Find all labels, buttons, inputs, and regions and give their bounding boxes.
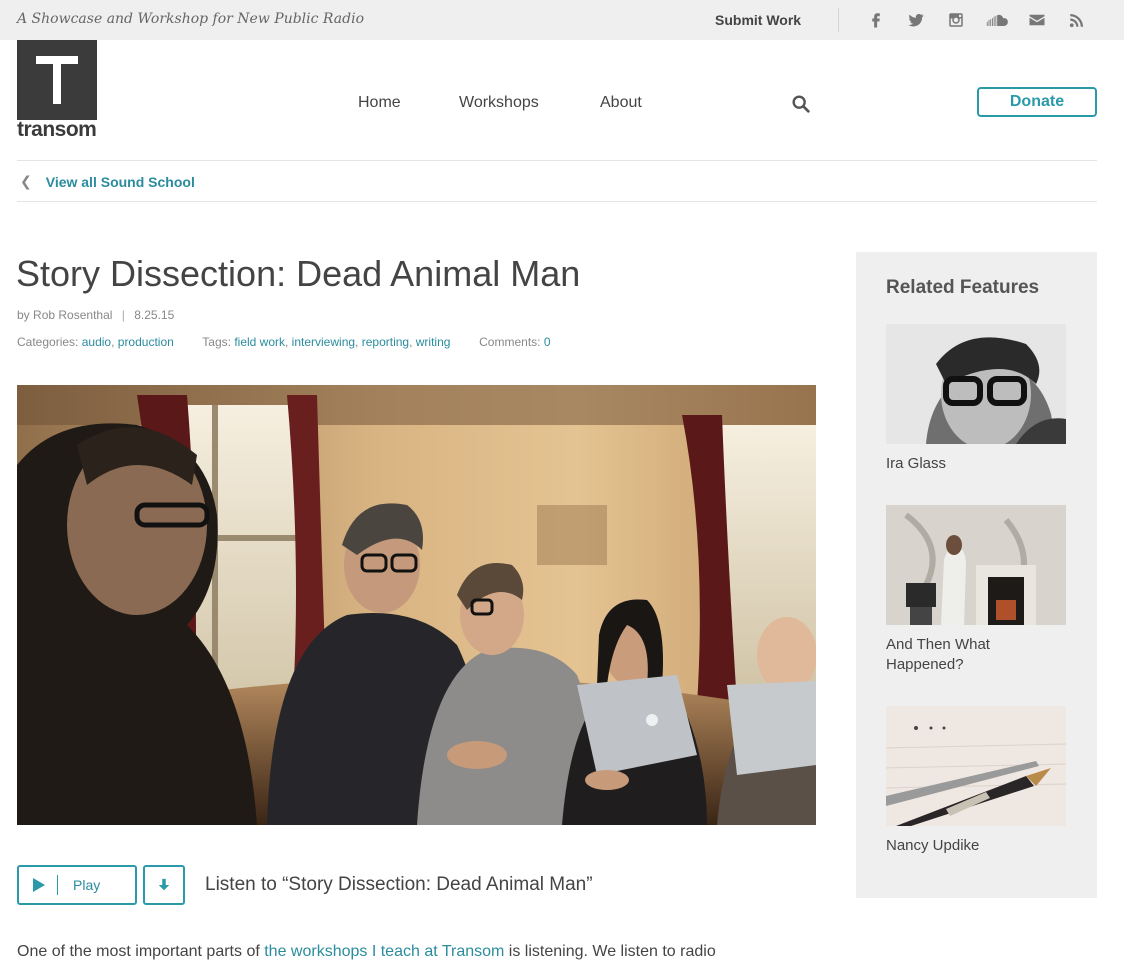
breadcrumb-divider — [17, 201, 1097, 202]
search-icon[interactable] — [790, 93, 812, 115]
category-link[interactable]: audio — [82, 335, 111, 349]
download-icon — [158, 878, 170, 891]
byline-separator: | — [121, 308, 125, 322]
soundcloud-icon[interactable] — [986, 10, 1010, 30]
article-taxonomy: Categories: audio, production Tags: fiel… — [17, 335, 551, 349]
topbar-divider — [838, 8, 839, 32]
article-title: Story Dissection: Dead Animal Man — [16, 253, 581, 294]
rss-icon[interactable] — [1067, 10, 1087, 30]
listen-title: Listen to “Story Dissection: Dead Animal… — [205, 874, 593, 895]
logo-mark — [17, 40, 97, 120]
site-logo[interactable]: transom — [17, 40, 97, 140]
feature-caption: And Then What Happened? — [886, 636, 990, 673]
site-tagline: A Showcase and Workshop for New Public R… — [17, 11, 364, 27]
audio-player: Play Listen to “Story Dissection: Dead A… — [17, 865, 593, 905]
workshops-link[interactable]: the workshops I teach at Transom — [264, 943, 504, 960]
related-features-sidebar: Related Features Ira Glass And Then What… — [856, 252, 1097, 898]
nav-about[interactable]: About — [600, 94, 642, 112]
play-label: Play — [73, 877, 101, 893]
nav-home[interactable]: Home — [358, 94, 401, 112]
related-feature-card[interactable]: Ira Glass — [886, 324, 1066, 474]
tags-label: Tags: — [202, 335, 231, 349]
play-button[interactable]: Play — [17, 865, 137, 905]
article-date: 8.25.15 — [134, 308, 175, 322]
body-text-post: is listening. We listen to radio — [504, 943, 716, 960]
sidebar-heading: Related Features — [886, 277, 1040, 298]
facebook-icon[interactable] — [866, 10, 886, 30]
play-divider — [57, 875, 58, 895]
feature-caption: Ira Glass — [886, 455, 947, 472]
breadcrumb-label: View all Sound School — [45, 173, 195, 190]
instagram-icon[interactable] — [946, 10, 966, 30]
nav-workshops[interactable]: Workshops — [459, 94, 539, 112]
byline-prefix: by — [17, 308, 30, 322]
feature-thumbnail — [886, 324, 1066, 444]
related-feature-card[interactable]: Nancy Updike — [886, 706, 1066, 856]
category-link[interactable]: production — [118, 335, 174, 349]
feature-thumbnail — [886, 505, 1066, 625]
breadcrumb-back-link[interactable]: ❮ View all Sound School — [20, 173, 195, 190]
article-body-paragraph: One of the most important parts of the w… — [17, 943, 716, 961]
download-button[interactable] — [143, 865, 185, 905]
feature-thumbnail — [886, 706, 1066, 826]
article-hero-image — [17, 385, 816, 825]
top-bar: A Showcase and Workshop for New Public R… — [0, 0, 1124, 40]
article-byline: by Rob Rosenthal | 8.25.15 — [17, 308, 174, 322]
donate-button[interactable]: Donate — [977, 87, 1097, 117]
related-feature-card[interactable]: And Then What Happened? — [886, 505, 1066, 675]
comments-label: Comments: — [479, 335, 541, 349]
categories-label: Categories: — [17, 335, 79, 349]
submit-work-link[interactable]: Submit Work — [715, 12, 801, 28]
tag-link[interactable]: reporting — [362, 335, 409, 349]
feature-caption: Nancy Updike — [886, 837, 980, 854]
mail-icon[interactable] — [1027, 10, 1047, 30]
tag-link[interactable]: writing — [416, 335, 451, 349]
chevron-left-icon: ❮ — [20, 173, 32, 189]
logo-wordmark: transom — [17, 118, 97, 141]
comments-count-link[interactable]: 0 — [544, 335, 551, 349]
tag-link[interactable]: field work — [234, 335, 285, 349]
body-text-pre: One of the most important parts of — [17, 943, 265, 960]
tag-link[interactable]: interviewing — [292, 335, 355, 349]
author-link[interactable]: Rob Rosenthal — [33, 308, 112, 322]
play-icon — [33, 878, 45, 892]
twitter-icon[interactable] — [906, 10, 926, 30]
header-divider — [17, 160, 1097, 161]
